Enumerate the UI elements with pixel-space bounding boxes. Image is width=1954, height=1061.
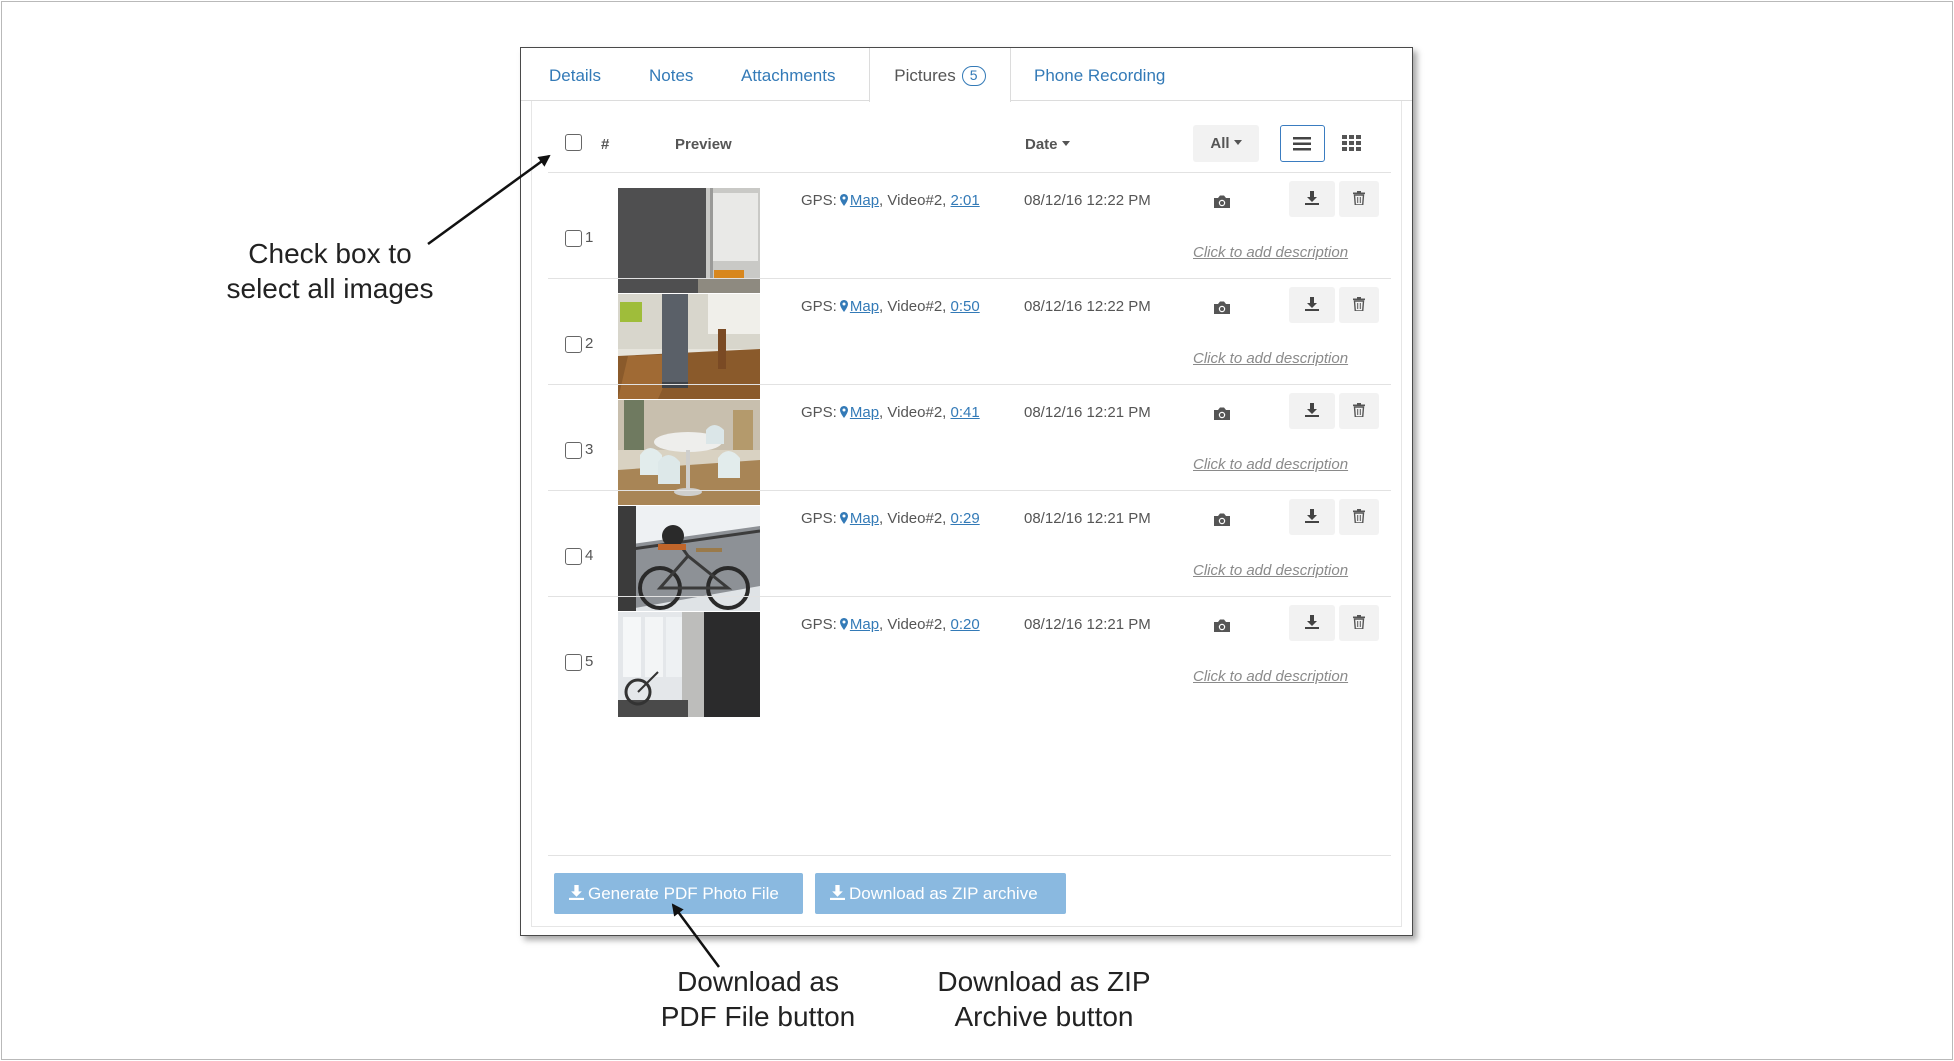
arrow-to-pdf-button <box>671 903 721 968</box>
annotation-arrows <box>427 154 721 968</box>
arrow-to-select-all <box>427 154 551 246</box>
